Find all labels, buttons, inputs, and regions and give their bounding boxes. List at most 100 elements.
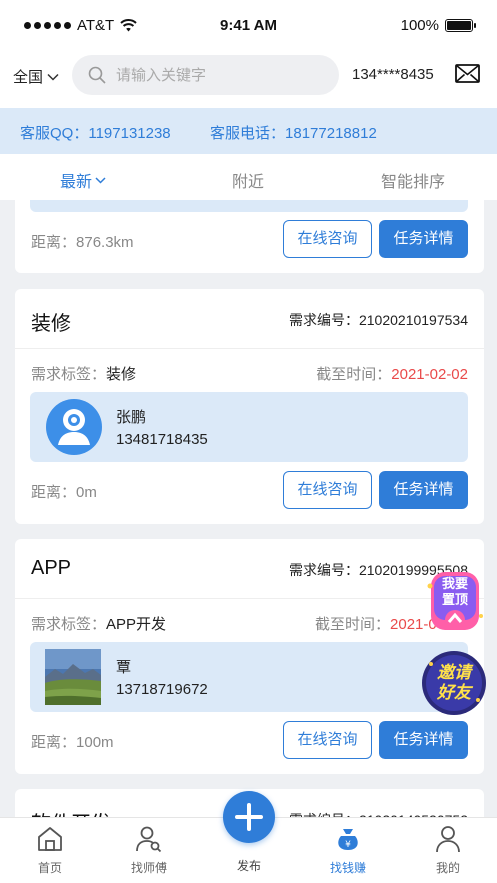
tabbar-item-find-master[interactable]: 找师傅: [119, 824, 179, 876]
tabbar-item-mine[interactable]: 我的: [418, 824, 478, 876]
invite-friends-badge[interactable]: 邀请 好友: [421, 650, 487, 716]
task-detail-button[interactable]: 任务详情: [379, 471, 468, 509]
tabbar-mine-label: 我的: [435, 861, 460, 875]
task-title: APP: [31, 557, 72, 579]
service-qq: 客服QQ：1197131238: [20, 122, 171, 143]
deadline: 截至时间：2021-02-02: [316, 363, 468, 384]
request-tag: 需求标签：APP开发: [31, 613, 166, 634]
task-detail-button[interactable]: 任务详情: [379, 721, 468, 759]
search-icon: [88, 66, 106, 84]
mail-icon[interactable]: [455, 64, 480, 83]
service-tel-number: 18177218812: [285, 125, 377, 142]
tabbar-find-master-label: 找师傅: [130, 861, 167, 875]
request-number-label: 需求编号：: [288, 312, 359, 328]
tab-latest-label: 最新: [60, 174, 93, 191]
user-phone: 134****8435: [352, 66, 434, 83]
distance: 距离：100m: [31, 731, 114, 752]
distance-value: 876.3km: [76, 234, 134, 251]
card-header: APP 需求编号：21020199995508: [15, 539, 484, 599]
task-title: 软件开发: [31, 807, 111, 817]
online-consult-button[interactable]: 在线咨询: [283, 220, 372, 258]
profile-icon: [436, 826, 460, 853]
chevron-down-icon: [47, 73, 59, 81]
deadline: 截至时间：2021-0: [315, 613, 437, 634]
task-detail-button[interactable]: 任务详情: [379, 220, 468, 258]
svg-text:¥: ¥: [345, 840, 351, 850]
distance-label: 距离：: [31, 234, 77, 251]
task-title: 装修: [31, 313, 71, 335]
top-bar: 全国 134****8435: [0, 52, 497, 108]
request-tag-value: 装修: [106, 366, 137, 383]
deadline-value: 2021-02-02: [391, 366, 468, 383]
avatar: [46, 399, 102, 455]
status-bar: AT&T 9:41 AM 100%: [0, 0, 497, 52]
deadline-label: 截至时间：: [316, 366, 392, 383]
contact-box[interactable]: 覃 13718719672: [30, 642, 468, 712]
chevron-down-icon: [95, 176, 106, 184]
task-card: APP 需求编号：21020199995508 需求标签：APP开发 截至时间：…: [15, 539, 484, 774]
card-header: 装修 需求编号：21020210197534: [15, 289, 484, 349]
request-number: 需求编号：21020210197534: [289, 310, 468, 330]
request-tag: 需求标签：装修: [31, 363, 136, 384]
pin-badge-text: 我要 置顶: [435, 576, 475, 608]
pin-badge-line2: 置顶: [441, 592, 468, 607]
publish-label: 发布: [236, 859, 261, 873]
avatar-photo: [45, 649, 101, 705]
task-card: 装修 需求编号：21020210197534 需求标签：装修 截至时间：2021…: [15, 289, 484, 524]
request-number: 需求编号：21020140520752: [289, 810, 468, 817]
distance-label: 距离：: [31, 734, 77, 751]
service-info-bar: 客服QQ：1197131238 客服电话：18177218812: [0, 108, 497, 154]
contact-name: 张鹏: [116, 409, 147, 426]
contact-box: [30, 200, 468, 212]
invite-badge-line1: 邀请: [437, 663, 471, 682]
search-box[interactable]: [72, 55, 339, 95]
contact-name: 覃: [116, 659, 132, 676]
battery-icon: [445, 19, 476, 32]
distance-value: 0m: [76, 484, 97, 501]
home-icon: [38, 827, 62, 851]
tabbar-home-label: 首页: [37, 861, 62, 875]
tab-nearby[interactable]: 附近: [232, 168, 264, 192]
tabbar-item-home[interactable]: 首页: [20, 824, 80, 876]
request-tag-value: APP开发: [106, 616, 167, 633]
battery-indicator: 100%: [400, 17, 476, 34]
invite-badge-text: 邀请 好友: [425, 663, 483, 703]
request-number-label: 需求编号：: [288, 562, 359, 578]
contact-phone: 13481718435: [116, 431, 208, 448]
tabbar-earn-money-label: 找钱赚: [329, 861, 366, 875]
money-bag-icon: ¥: [338, 829, 358, 850]
tabbar-item-earn-money[interactable]: ¥ 找钱赚: [318, 824, 378, 876]
distance-value: 100m: [76, 734, 114, 751]
find-master-icon: [136, 826, 162, 853]
task-list[interactable]: 距离：876.3km 在线咨询 任务详情 装修 需求编号：21020210197…: [0, 200, 497, 817]
service-qq-label: 客服QQ：: [20, 125, 89, 142]
contact-box[interactable]: 张鹏 13481718435: [30, 392, 468, 462]
region-selector[interactable]: 全国: [13, 66, 59, 87]
request-tag-label: 需求标签：: [31, 366, 107, 383]
invite-badge-line2: 好友: [437, 683, 471, 702]
search-input[interactable]: [116, 66, 316, 84]
service-tel-label: 客服电话：: [210, 125, 286, 142]
online-consult-button[interactable]: 在线咨询: [283, 721, 372, 759]
distance-label: 距离：: [31, 484, 77, 501]
tab-latest[interactable]: 最新: [60, 168, 106, 192]
distance: 距离：0m: [31, 481, 97, 502]
service-tel: 客服电话：18177218812: [210, 122, 377, 143]
publish-button[interactable]: [223, 791, 275, 843]
contact-phone: 13718719672: [116, 681, 208, 698]
pin-badge-line1: 我要: [441, 576, 468, 591]
task-card: 距离：876.3km 在线咨询 任务详情: [15, 200, 484, 273]
landscape-image: [45, 649, 101, 705]
deadline-label: 截至时间：: [315, 616, 391, 633]
plus-icon: [235, 803, 263, 831]
service-qq-number: 1197131238: [88, 125, 171, 142]
request-number-value: 21020210197534: [358, 312, 468, 328]
user-icon: [58, 409, 90, 445]
request-tag-label: 需求标签：: [31, 616, 107, 633]
pin-to-top-badge[interactable]: 我要 置顶: [425, 566, 485, 636]
region-label: 全国: [13, 69, 44, 86]
online-consult-button[interactable]: 在线咨询: [283, 471, 372, 509]
sort-tabs: 最新 附近 智能排序: [0, 154, 497, 200]
battery-percent: 100%: [400, 17, 439, 34]
tab-smart-sort[interactable]: 智能排序: [381, 168, 445, 192]
